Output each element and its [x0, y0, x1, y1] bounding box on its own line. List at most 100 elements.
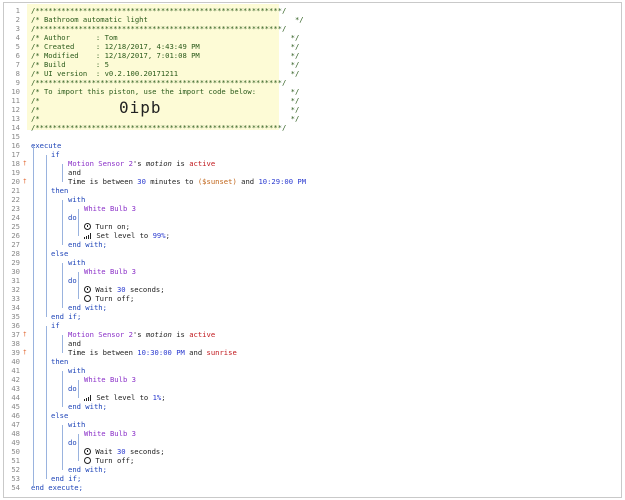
code-line[interactable]: with: [68, 366, 85, 375]
code-line[interactable]: /***************************************…: [31, 123, 286, 132]
code-line[interactable]: if: [51, 150, 60, 159]
power-icon: [84, 457, 91, 464]
code-line[interactable]: Turn off;: [84, 294, 134, 303]
piston-code-view: 1 2 3 4 5 6 7 8 9 10 11 12 13 14 15 16 17 18 † 19 20 † 21 22 23 2…: [3, 2, 622, 498]
code-line[interactable]: Set level to 99%;: [84, 231, 170, 240]
line-number: 5: [15, 42, 20, 51]
code-line[interactable]: /* Bathroom automatic light */: [31, 15, 304, 24]
line-number: 4: [15, 33, 20, 42]
code-line[interactable]: Wait 30 seconds;: [84, 447, 165, 456]
block-guide: [78, 434, 79, 461]
condition-marker-icon[interactable]: †: [23, 159, 27, 168]
condition-marker-icon[interactable]: †: [23, 177, 27, 186]
number: 30: [116, 447, 126, 456]
keyword: then: [51, 357, 69, 366]
device-name: Motion Sensor 2: [68, 330, 133, 339]
code-line[interactable]: White Bulb 3: [84, 204, 136, 213]
code-line[interactable]: do: [68, 213, 77, 222]
code-line[interactable]: White Bulb 3: [84, 267, 136, 276]
condition-marker-icon[interactable]: †: [23, 330, 27, 339]
code-line[interactable]: Set level to 1%;: [84, 393, 166, 402]
keyword: end with;: [68, 240, 107, 249]
line-number: 53: [11, 474, 20, 483]
code-line[interactable]: Time is between 30 minutes to ($sunset) …: [68, 177, 306, 186]
code-line[interactable]: then: [51, 186, 68, 195]
action-turn-off: Turn off;: [91, 456, 135, 465]
code-line[interactable]: end if;: [51, 312, 81, 321]
line-number: 44: [11, 393, 20, 402]
code-line[interactable]: end if;: [51, 474, 81, 483]
code-line[interactable]: /* Modified : 12/18/2017, 7:01:08 PM */: [31, 51, 299, 60]
code-line[interactable]: end with;: [68, 303, 107, 312]
condition-marker-icon[interactable]: †: [23, 348, 27, 357]
code-text: Time: [68, 177, 86, 186]
code-line[interactable]: do: [68, 384, 77, 393]
code-line[interactable]: /***************************************…: [31, 24, 286, 33]
code-line[interactable]: do: [68, 276, 77, 285]
code-line[interactable]: end execute;: [31, 483, 83, 492]
code-line[interactable]: /* */: [31, 105, 299, 114]
action-wait: Wait: [91, 447, 117, 456]
code-text: and: [236, 177, 259, 186]
code-line[interactable]: with: [68, 195, 85, 204]
code-line[interactable]: end with;: [68, 240, 107, 249]
code-line[interactable]: Motion Sensor 2's motion is active: [68, 330, 215, 339]
line-number: 1: [15, 6, 20, 15]
code-line[interactable]: Turn on;: [84, 222, 130, 231]
code-text: 's: [132, 159, 146, 168]
code-line[interactable]: White Bulb 3: [84, 375, 136, 384]
device-name: White Bulb 3: [84, 267, 136, 276]
value: active: [189, 330, 216, 339]
line-number: 3: [15, 24, 20, 33]
code-line[interactable]: and: [68, 339, 81, 348]
code-line[interactable]: with: [68, 258, 85, 267]
line-number: 11: [11, 96, 20, 105]
block-guide: [78, 272, 79, 299]
code-line[interactable]: White Bulb 3: [84, 429, 136, 438]
keyword: end with;: [68, 465, 107, 474]
device-name: White Bulb 3: [84, 375, 136, 384]
code-line[interactable]: Motion Sensor 2's motion is active: [68, 159, 215, 168]
code-line[interactable]: /***************************************…: [31, 78, 286, 87]
code-line[interactable]: Time is between 10:30:00 PM and sunrise: [68, 348, 237, 357]
code-line[interactable]: Wait 30 seconds;: [84, 285, 165, 294]
line-number: 17: [11, 150, 20, 159]
line-number: 35: [11, 312, 20, 321]
code-line[interactable]: end with;: [68, 402, 107, 411]
code-line[interactable]: /* To import this piston, use the import…: [31, 87, 299, 96]
line-number: 15: [11, 132, 20, 141]
action-set-level: Set level to: [92, 231, 153, 240]
code-line[interactable]: /* Build : 5 */: [31, 60, 299, 69]
build-line: /* Build : 5 */: [31, 60, 300, 69]
code-line[interactable]: execute: [31, 141, 61, 150]
code-line[interactable]: /* UI version : v0.2.100.20171211 */: [31, 69, 299, 78]
block-guide: [78, 209, 79, 236]
code-line[interactable]: do: [68, 438, 77, 447]
code-line[interactable]: with: [68, 420, 85, 429]
line-number: 10: [11, 87, 20, 96]
line-number: 51: [11, 456, 20, 465]
line-number: 20: [11, 177, 20, 186]
code-text: and: [68, 339, 81, 348]
code-line[interactable]: else: [51, 411, 68, 420]
code-line[interactable]: end with;: [68, 465, 107, 474]
line-number: 36: [11, 321, 20, 330]
code-line[interactable]: and: [68, 168, 81, 177]
line-number: 52: [11, 465, 20, 474]
code-line[interactable]: /***************************************…: [31, 6, 286, 15]
keyword: do: [68, 213, 77, 222]
keyword: if: [51, 150, 60, 159]
code-line[interactable]: /* Author : Tom */: [31, 33, 299, 42]
keyword: end with;: [68, 402, 107, 411]
code-line[interactable]: if: [51, 321, 60, 330]
code-line[interactable]: /* */: [31, 114, 299, 123]
line-number: 40: [11, 357, 20, 366]
line-number: 22: [11, 195, 20, 204]
comment-border: /***************************************…: [31, 123, 287, 132]
code-line[interactable]: /* */: [31, 96, 299, 105]
line-number: 26: [11, 231, 20, 240]
code-line[interactable]: then: [51, 357, 68, 366]
code-line[interactable]: Turn off;: [84, 456, 134, 465]
code-line[interactable]: /* Created : 12/18/2017, 4:43:49 PM */: [31, 42, 299, 51]
code-line[interactable]: else: [51, 249, 68, 258]
